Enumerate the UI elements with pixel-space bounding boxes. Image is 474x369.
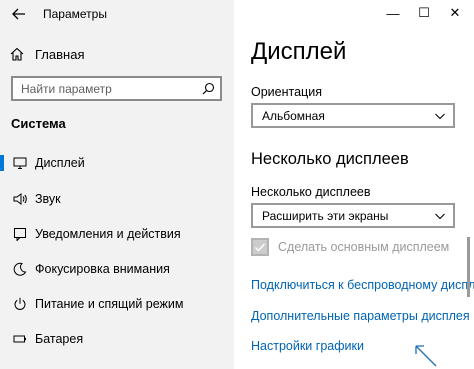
wireless-display-link[interactable]: Подключиться к беспроводному дисплею [251,278,474,292]
window-title: Параметры [43,7,107,21]
multi-display-label: Несколько дисплеев [251,185,371,199]
selection-indicator [0,296,4,312]
sidebar-item-sound[interactable]: Звук [0,186,234,212]
sidebar-item-notifications[interactable]: Уведомления и действия [0,221,234,247]
sidebar-item-battery[interactable]: Батарея [0,326,234,352]
search-icon[interactable] [202,82,215,95]
content-pane: — ☐ ✕ Дисплей Ориентация Альбомная Неско… [234,0,474,369]
scrollbar[interactable] [467,237,470,297]
sidebar-item-label: Звук [35,192,61,206]
maximize-button[interactable]: ☐ [415,5,433,21]
multi-display-dropdown[interactable]: Расширить эти экраны [251,203,455,228]
graphics-settings-link[interactable]: Настройки графики [251,339,364,353]
minimize-button[interactable]: — [384,5,402,21]
section-title: Система [11,116,66,131]
chevron-down-icon [435,113,445,120]
selection-indicator [0,191,4,207]
home-icon [10,47,24,61]
advanced-display-link[interactable]: Дополнительные параметры дисплея [251,309,470,323]
page-title: Дисплей [251,38,347,65]
orientation-dropdown[interactable]: Альбомная [251,103,455,128]
sidebar-item-display[interactable]: Дисплей [0,150,234,176]
orientation-value: Альбомная [262,109,325,123]
battery-icon [13,335,26,343]
search-input[interactable]: Найти параметр [11,76,222,101]
sidebar: Параметры Главная Найти параметр Система… [0,0,234,369]
sidebar-item-label: Дисплей [35,156,85,170]
speaker-icon [13,193,27,205]
moon-icon [13,262,27,276]
checkmark-icon [255,243,266,252]
orientation-label: Ориентация [251,85,322,99]
selection-indicator [0,261,4,277]
search-placeholder: Найти параметр [21,82,112,96]
sidebar-item-label: Батарея [35,332,84,346]
selection-indicator [0,331,4,347]
sidebar-item-home[interactable]: Главная [10,44,84,64]
chevron-down-icon [435,213,445,220]
multi-display-value: Расширить эти экраны [262,209,389,223]
close-button[interactable]: ✕ [446,5,464,21]
sidebar-item-label: Питание и спящий режим [35,297,184,311]
multi-display-heading: Несколько дисплеев [251,150,409,168]
selection-indicator [0,226,4,242]
make-main-display-checkbox[interactable] [251,238,269,256]
mouse-cursor-icon [415,345,437,367]
sidebar-item-label: Уведомления и действия [35,227,181,241]
display-icon [13,157,27,169]
sidebar-item-power-sleep[interactable]: Питание и спящий режим [0,291,234,317]
sidebar-item-label: Фокусировка внимания [35,262,170,276]
power-icon [14,297,26,310]
home-label: Главная [35,46,85,62]
sidebar-item-focus-assist[interactable]: Фокусировка внимания [0,256,234,282]
selection-indicator [0,155,4,171]
make-main-display-label: Сделать основным дисплеем [278,240,450,254]
back-arrow-icon[interactable] [10,5,28,23]
notification-icon [14,228,26,241]
